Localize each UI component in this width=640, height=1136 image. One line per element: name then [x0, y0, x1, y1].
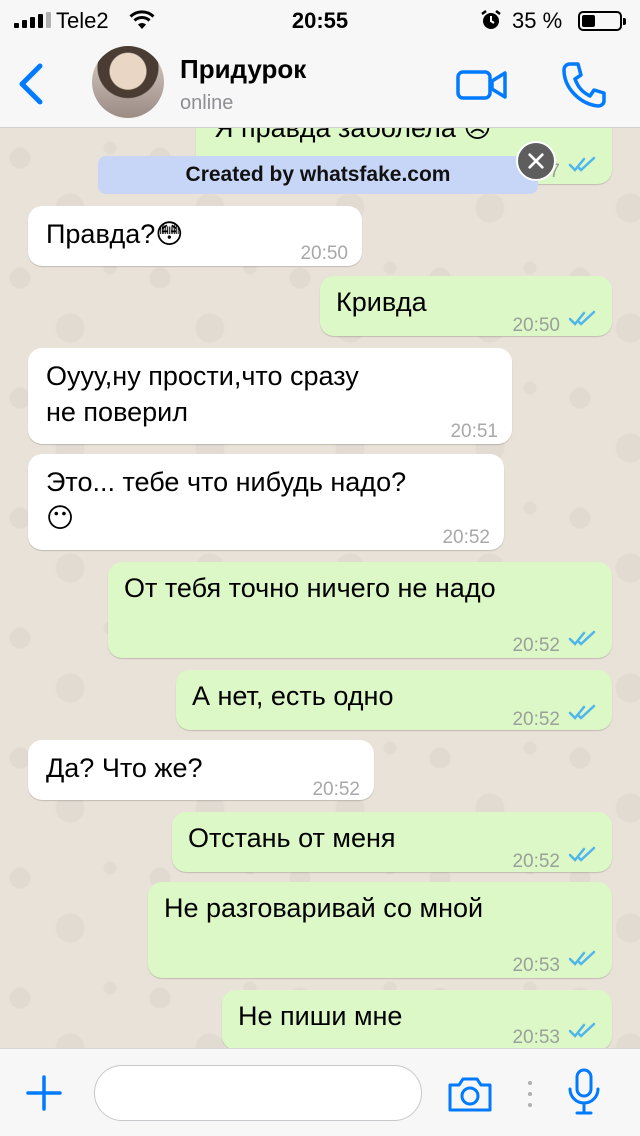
message-incoming[interactable]: Оууу,ну прости,что сразу не поверил 20:5…: [28, 348, 512, 444]
message-text: Отстань от меня: [188, 823, 396, 853]
message-outgoing[interactable]: Не пиши мне 20:53: [222, 990, 612, 1048]
read-ticks-icon: [568, 156, 596, 172]
chevron-left-icon[interactable]: [14, 62, 48, 106]
message-text: От тебя точно ничего не надо: [124, 573, 496, 603]
read-ticks-icon: [568, 704, 596, 720]
message-time: 20:53: [512, 1027, 560, 1048]
message-time: 20:50: [300, 243, 348, 264]
close-icon[interactable]: [516, 141, 556, 181]
status-bar: Tele2 20:55 35 %: [0, 0, 640, 40]
message-outgoing[interactable]: Отстань от меня 20:52: [172, 812, 612, 872]
message-time: 20:53: [512, 955, 560, 976]
message-text-line2: 😶: [46, 503, 75, 533]
message-outgoing[interactable]: А нет, есть одно 20:52: [176, 670, 612, 730]
message-text-line2: не поверил: [46, 397, 188, 427]
message-time: 20:50: [512, 315, 560, 336]
read-ticks-icon: [568, 310, 596, 326]
message-outgoing[interactable]: От тебя точно ничего не надо 20:52: [108, 562, 612, 658]
message-text: Кривда: [336, 287, 427, 317]
message-text: А нет, есть одно: [192, 681, 394, 711]
message-time: 20:51: [450, 421, 498, 442]
avatar[interactable]: [92, 46, 164, 118]
camera-icon[interactable]: [446, 1075, 494, 1113]
microphone-icon[interactable]: [566, 1067, 602, 1117]
message-text: Я правда заболела 😞: [214, 128, 492, 143]
contact-name[interactable]: Придурок: [180, 54, 306, 85]
message-time: 20:52: [312, 779, 360, 800]
message-input-bar: [0, 1048, 640, 1136]
read-ticks-icon: [568, 1022, 596, 1038]
chat-messages: Я правда заболела 😞 20:47 Created by wha…: [0, 128, 640, 1048]
message-text: Правда?😳: [46, 219, 184, 249]
contact-status: online: [180, 92, 234, 114]
message-outgoing[interactable]: Кривда 20:50: [320, 276, 612, 336]
message-incoming[interactable]: Это... тебе что нибудь надо? 😶 20:52: [28, 454, 504, 550]
video-camera-icon[interactable]: [456, 68, 508, 102]
message-outgoing[interactable]: Не разговаривай со мной 20:53: [148, 882, 612, 978]
message-time: 20:52: [512, 709, 560, 730]
battery-percent: 35 %: [512, 8, 563, 33]
battery-icon: [578, 11, 626, 31]
message-input[interactable]: [94, 1065, 422, 1121]
message-text-line1: Оууу,ну прости,что сразу: [46, 361, 359, 391]
alarm-clock-icon: [481, 10, 501, 29]
message-time: 20:52: [512, 851, 560, 872]
plus-icon[interactable]: [26, 1075, 62, 1111]
message-time: 20:52: [442, 527, 490, 548]
read-ticks-icon: [568, 846, 596, 862]
message-text: Не разговаривай со мной: [164, 893, 484, 923]
message-incoming[interactable]: Правда?😳 20:50: [28, 206, 362, 266]
battery-fill: [582, 15, 595, 27]
watermark-banner: Created by whatsfake.com: [98, 156, 538, 194]
message-time: 20:52: [512, 635, 560, 656]
message-text: Да? Что же?: [46, 753, 203, 783]
read-ticks-icon: [568, 630, 596, 646]
message-incoming[interactable]: Да? Что же? 20:52: [28, 740, 374, 800]
read-ticks-icon: [568, 950, 596, 966]
phone-icon[interactable]: [560, 60, 606, 108]
message-text-line1: Это... тебе что нибудь надо?: [46, 467, 407, 497]
chat-header: Придурок online: [0, 40, 640, 128]
message-text: Не пиши мне: [238, 1001, 403, 1031]
more-dots-icon: [528, 1081, 532, 1107]
